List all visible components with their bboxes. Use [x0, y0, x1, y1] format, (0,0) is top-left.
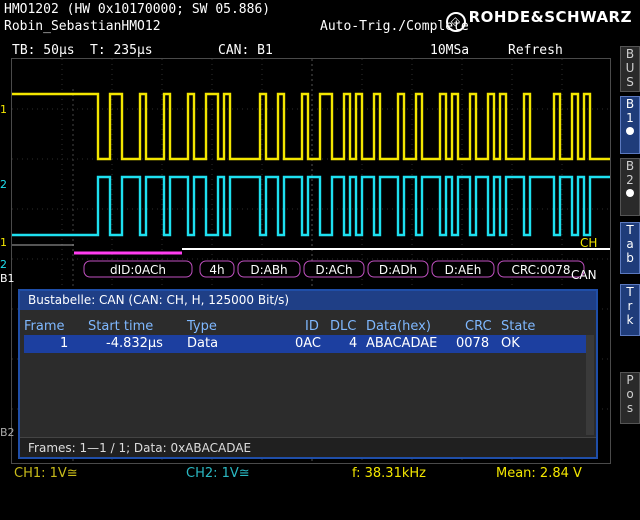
ch1-low-marker: 1 [0, 236, 7, 249]
decode-segment-label: D:ABh [250, 263, 287, 277]
ch2-setting[interactable]: CH2: 1V≅ [186, 466, 250, 481]
ch1-setting[interactable]: CH1: 1V≅ [14, 466, 78, 481]
cell-id: 0AC [295, 336, 322, 351]
side-tab-bus-label: BUS [625, 47, 635, 89]
sample-rate: 10MSa [430, 43, 470, 58]
decode-segment-label: D:ACh [315, 263, 352, 277]
decode-segment-label: CRC:0078 [511, 263, 570, 277]
decode-segment-label: D:ADh [379, 263, 417, 277]
decode-segment: 4h [199, 260, 235, 278]
timebase[interactable]: TB: 50µs [12, 43, 75, 58]
rs-logo-icon: ◇ [445, 12, 466, 32]
acquisition-mode[interactable]: Refresh [508, 43, 563, 58]
b1-marker[interactable]: B1 [0, 272, 15, 285]
side-tab-pos[interactable]: Pos [620, 372, 640, 424]
decode-segment: D:AEh [431, 260, 495, 278]
frequency-readout: f: 38.31kHz [352, 466, 426, 481]
col-id: ID [305, 319, 319, 334]
cell-state: OK [501, 336, 520, 351]
side-tab-table[interactable]: Tab [620, 222, 640, 274]
side-tab-track[interactable]: Trk [620, 284, 640, 336]
bus-table-panel[interactable]: Bustabelle: CAN (CAN: CH, H, 125000 Bit/… [18, 289, 598, 459]
table-row[interactable]: 1 -4.832µs Data 0AC 4 ABACADAE 0078 OK [24, 335, 586, 353]
col-start-time: Start time [88, 319, 154, 334]
decode-segment-label: dID:0ACh [110, 263, 166, 277]
window-header: HMO1202 (HW 0x10170000; SW 05.886) Robin… [0, 0, 640, 42]
decode-segment: D:ADh [367, 260, 429, 278]
decode-segment: D:ACh [303, 260, 365, 278]
col-state: State [501, 319, 536, 334]
trigger-time[interactable]: T: 235µs [90, 43, 153, 58]
mean-readout: Mean: 2.84 V [496, 466, 582, 481]
decode-segment-label: 4h [209, 263, 224, 277]
col-frame: Frame [24, 319, 65, 334]
col-crc: CRC [465, 319, 492, 334]
col-data: Data(hex) [366, 319, 431, 334]
bus-table-title: Bustabelle: CAN (CAN: CH, H, 125000 Bit/… [20, 291, 596, 310]
cell-start-time: -4.832µs [106, 336, 163, 351]
side-tab-b1[interactable]: B1 [620, 96, 640, 154]
b2-marker[interactable]: B2 [0, 426, 15, 439]
col-dlc: DLC [330, 319, 357, 334]
cell-frame: 1 [60, 336, 69, 351]
decode-segment: dID:0ACh [83, 260, 193, 278]
can-label: CAN [571, 268, 597, 282]
bus-table-footer: Frames: 1—1 / 1; Data: 0xABACADAE [20, 437, 596, 457]
side-tab-b1-label: B1 [625, 97, 635, 125]
ch-label: CH [580, 236, 598, 250]
cell-data: ABACADAE [366, 336, 438, 351]
side-tab-track-label: Trk [626, 285, 634, 327]
cell-dlc: 4 [349, 336, 358, 351]
bus-source[interactable]: CAN: B1 [218, 43, 273, 58]
side-tab-bus[interactable]: BUS [620, 46, 640, 92]
radio-dot-icon [626, 189, 634, 197]
user-name: Robin_SebastianHMO12 [4, 19, 161, 34]
side-tab-b2-label: B2 [625, 159, 635, 187]
radio-dot-icon [626, 127, 634, 135]
ch2-marker[interactable]: 2 [0, 178, 7, 191]
ch2-low-marker: 2 [0, 258, 7, 271]
brand-name: ROHDE&SCHWARZ [468, 8, 632, 26]
bottom-bar: CH1: 1V≅ CH2: 1V≅ f: 38.31kHz Mean: 2.84… [0, 464, 640, 520]
ch1-marker[interactable]: 1 [0, 103, 7, 116]
cell-type: Data [187, 336, 219, 351]
table-scrollbar[interactable] [586, 335, 594, 435]
decode-segment-label: D:AEh [445, 263, 482, 277]
model-info: HMO1202 (HW 0x10170000; SW 05.886) [4, 2, 271, 17]
decode-segment: D:ABh [237, 260, 301, 278]
brand-logo: ◇ ROHDE&SCHWARZ [445, 8, 632, 32]
cell-crc: 0078 [456, 336, 490, 351]
side-tab-pos-label: Pos [626, 373, 634, 415]
side-tab-b2[interactable]: B2 [620, 158, 640, 216]
side-tab-table-label: Tab [626, 223, 634, 265]
status-bar: TB: 50µs T: 235µs CAN: B1 10MSa Refresh [0, 42, 620, 59]
decode-row: dID:0ACh 4h D:ABh D:ACh D:ADh D:AEh CRC:0078 [12, 244, 610, 278]
col-type: Type [187, 319, 217, 334]
